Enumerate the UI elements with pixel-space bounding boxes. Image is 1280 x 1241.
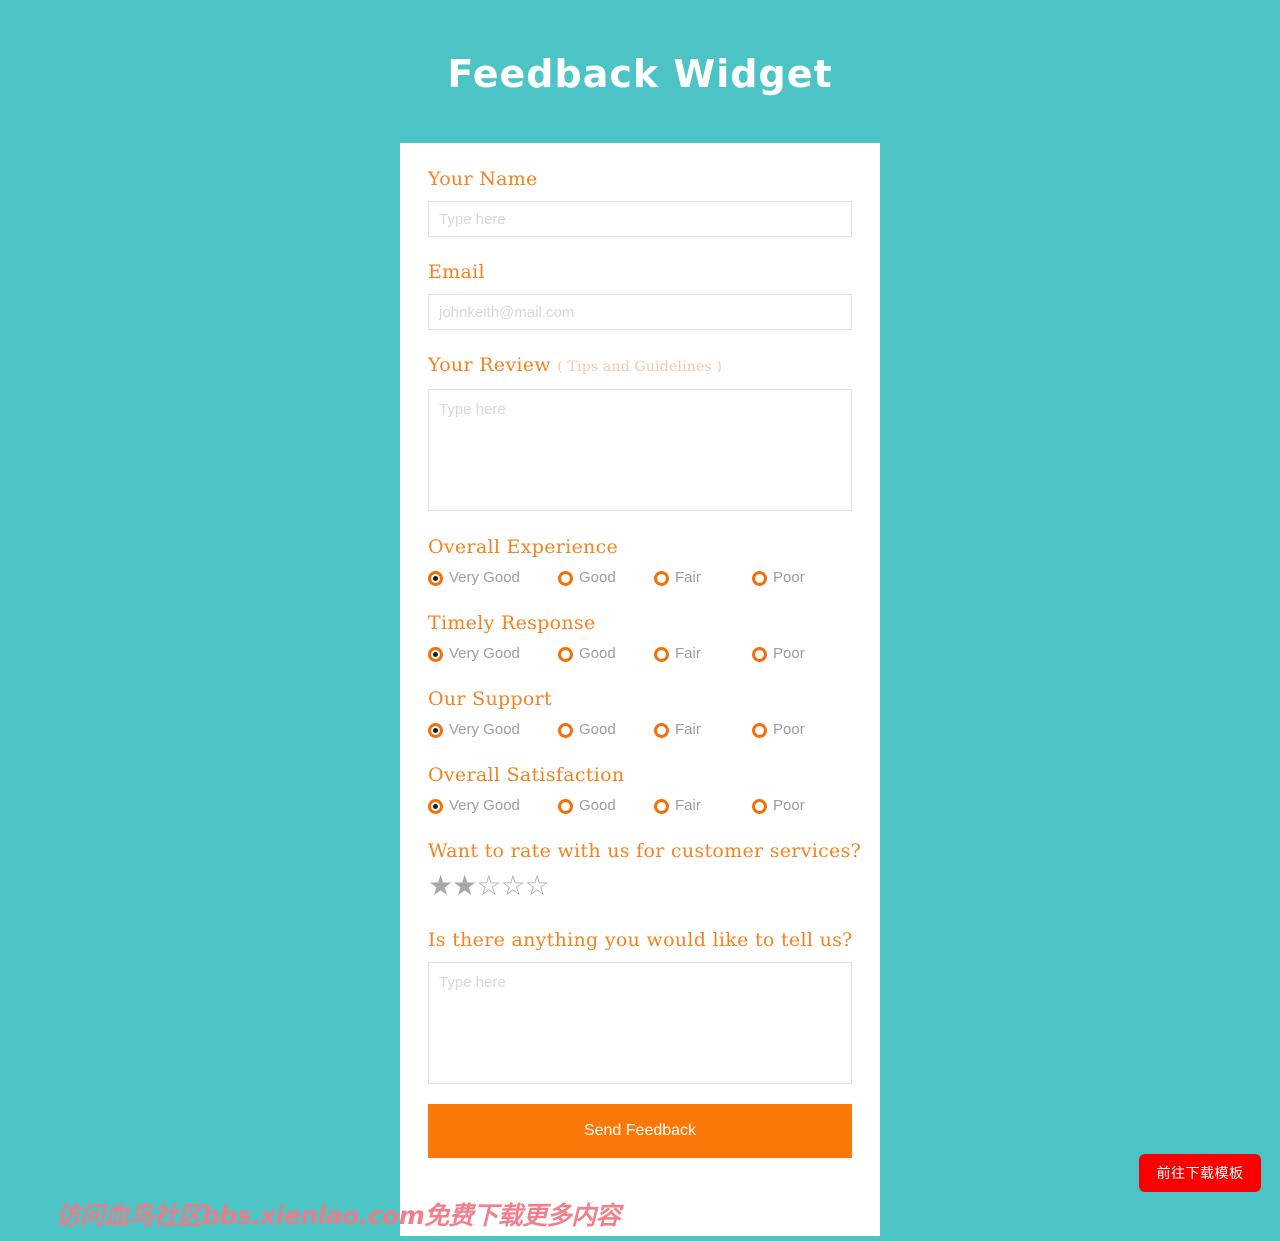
- radio-label: Fair: [675, 797, 701, 814]
- radio-label: Very Good: [449, 645, 520, 662]
- submit-area: Send Feedback: [400, 1104, 880, 1158]
- radio-row-overall-experience: Very Good Good Fair Poor: [428, 567, 852, 589]
- radio-circle-icon[interactable]: [752, 646, 767, 662]
- field-anything-else: Is there anything you would like to tell…: [428, 928, 852, 1084]
- radio-label: Fair: [675, 721, 701, 738]
- radio-timely-response-very-good[interactable]: Very Good: [428, 645, 558, 663]
- label-tips-and-guidelines[interactable]: ( Tips and Guidelines ): [557, 359, 722, 375]
- radio-circle-icon[interactable]: [558, 646, 573, 662]
- radio-row-our-support: Very Good Good Fair Poor: [428, 719, 852, 741]
- star-icon-5[interactable]: ☆: [524, 869, 549, 902]
- radio-label: Very Good: [449, 569, 520, 586]
- radio-circle-icon[interactable]: [654, 570, 669, 586]
- label-your-name: Your Name: [428, 168, 538, 190]
- watermark-text: 访问血鸟社区bbs.xienlao.com免费下载更多内容: [55, 1201, 621, 1230]
- label-your-review: Your Review ( Tips and Guidelines ): [428, 353, 852, 379]
- radio-circle-icon[interactable]: [558, 722, 573, 738]
- star-icon-3[interactable]: ☆: [476, 869, 501, 902]
- radio-overall-experience-poor[interactable]: Poor: [752, 569, 805, 587]
- radio-circle-icon[interactable]: [428, 798, 443, 814]
- label-overall-experience: Overall Experience: [428, 536, 619, 558]
- send-feedback-button[interactable]: Send Feedback: [428, 1104, 852, 1158]
- radio-label: Very Good: [449, 721, 520, 738]
- label-anything-else: Is there anything you would like to tell…: [428, 929, 853, 951]
- label-overall-satisfaction: Overall Satisfaction: [428, 764, 625, 786]
- radio-our-support-good[interactable]: Good: [558, 721, 654, 739]
- radio-label: Very Good: [449, 797, 520, 814]
- feedback-form-card: Your Name Email Your Review ( Tips and G…: [400, 143, 880, 1237]
- label-star-rating: Want to rate with us for customer servic…: [428, 840, 862, 862]
- radio-circle-icon[interactable]: [752, 798, 767, 814]
- radio-our-support-very-good[interactable]: Very Good: [428, 721, 558, 739]
- radio-our-support-fair[interactable]: Fair: [654, 721, 752, 739]
- radio-label: Poor: [773, 797, 805, 814]
- star-icon-2[interactable]: ★: [452, 869, 477, 902]
- rating-group-overall-satisfaction: Overall Satisfaction Very Good Good Fair…: [428, 763, 852, 817]
- star-icon-1[interactable]: ★: [428, 869, 453, 902]
- radio-circle-icon[interactable]: [752, 722, 767, 738]
- label-our-support: Our Support: [428, 688, 552, 710]
- field-your-name: Your Name: [428, 167, 852, 237]
- star-rating-section: Want to rate with us for customer servic…: [428, 839, 862, 906]
- your-review-textarea[interactable]: [428, 389, 852, 511]
- radio-label: Poor: [773, 569, 805, 586]
- radio-overall-satisfaction-fair[interactable]: Fair: [654, 797, 752, 815]
- email-input[interactable]: [428, 294, 852, 330]
- radio-circle-icon[interactable]: [428, 722, 443, 738]
- label-your-review-text: Your Review: [428, 354, 551, 376]
- star-icon-4[interactable]: ☆: [500, 869, 525, 902]
- radio-overall-satisfaction-poor[interactable]: Poor: [752, 797, 805, 815]
- page-title: Feedback Widget: [447, 52, 833, 96]
- rating-group-timely-response: Timely Response Very Good Good Fair Poor: [428, 611, 852, 665]
- star-rating-control[interactable]: ★★☆☆☆: [428, 871, 852, 906]
- radio-circle-icon[interactable]: [558, 570, 573, 586]
- label-email: Email: [428, 261, 485, 283]
- anything-else-textarea[interactable]: [428, 962, 852, 1084]
- radio-label: Good: [579, 645, 616, 662]
- radio-our-support-poor[interactable]: Poor: [752, 721, 805, 739]
- radio-circle-icon[interactable]: [654, 798, 669, 814]
- radio-row-overall-satisfaction: Very Good Good Fair Poor: [428, 795, 852, 817]
- radio-circle-icon[interactable]: [654, 722, 669, 738]
- radio-circle-icon[interactable]: [752, 570, 767, 586]
- form-body: Your Name Email Your Review ( Tips and G…: [400, 143, 880, 1084]
- radio-label: Poor: [773, 721, 805, 738]
- radio-timely-response-poor[interactable]: Poor: [752, 645, 805, 663]
- bottom-accent-strip: [0, 1236, 1280, 1241]
- radio-label: Fair: [675, 645, 701, 662]
- download-template-button[interactable]: 前往下载模板: [1139, 1154, 1261, 1192]
- field-email: Email: [428, 260, 852, 330]
- radio-circle-icon[interactable]: [428, 570, 443, 586]
- radio-timely-response-good[interactable]: Good: [558, 645, 654, 663]
- field-your-review: Your Review ( Tips and Guidelines ): [428, 353, 852, 511]
- radio-row-timely-response: Very Good Good Fair Poor: [428, 643, 852, 665]
- label-timely-response: Timely Response: [428, 612, 596, 634]
- radio-label: Good: [579, 569, 616, 586]
- your-name-input[interactable]: [428, 201, 852, 237]
- radio-timely-response-fair[interactable]: Fair: [654, 645, 752, 663]
- radio-label: Poor: [773, 645, 805, 662]
- rating-group-overall-experience: Overall Experience Very Good Good Fair P…: [428, 535, 852, 589]
- radio-circle-icon[interactable]: [654, 646, 669, 662]
- radio-circle-icon[interactable]: [558, 798, 573, 814]
- radio-overall-experience-good[interactable]: Good: [558, 569, 654, 587]
- radio-overall-experience-very-good[interactable]: Very Good: [428, 569, 558, 587]
- rating-group-our-support: Our Support Very Good Good Fair Poor: [428, 687, 852, 741]
- radio-label: Good: [579, 721, 616, 738]
- radio-overall-satisfaction-good[interactable]: Good: [558, 797, 654, 815]
- radio-label: Good: [579, 797, 616, 814]
- radio-circle-icon[interactable]: [428, 646, 443, 662]
- radio-overall-satisfaction-very-good[interactable]: Very Good: [428, 797, 558, 815]
- radio-overall-experience-fair[interactable]: Fair: [654, 569, 752, 587]
- radio-label: Fair: [675, 569, 701, 586]
